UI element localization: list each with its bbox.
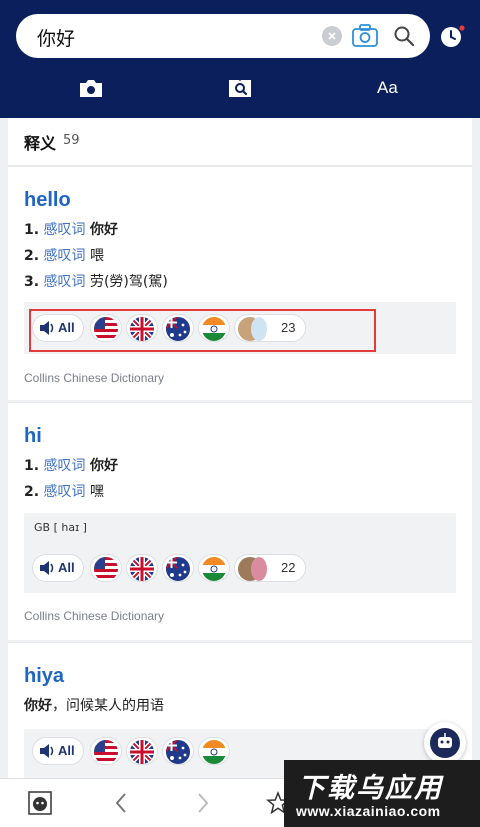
watermark-logo: 下载乌应用 www.xiazainiao.com [284,760,480,827]
play-all-button[interactable]: All [32,737,84,765]
dictionary-source[interactable]: Collins Chinese Dictionary [24,371,164,385]
chevron-left-icon [115,793,126,813]
clear-search-button[interactable] [322,26,342,46]
search-box[interactable]: 你好 [16,14,430,58]
au-flag-icon [166,740,190,764]
highlight-box [29,309,376,352]
in-pronunciation-button[interactable] [198,554,230,582]
history-button[interactable] [440,24,465,48]
definition-count: 59 [63,133,80,148]
sense-item: 2. 感叹词 嘿 [24,484,104,500]
entry-card-hello: hello 1. 感叹词 你好 2. 感叹词 喂 3. 感叹词 劳(勞)驾(駕)… [8,166,472,400]
uk-flag-icon [130,557,154,581]
tab-book-search[interactable] [227,76,253,102]
assistant-button[interactable] [424,722,466,764]
search-button[interactable] [392,24,416,48]
section-title: 释义 [24,134,57,153]
camera-search-button[interactable] [351,23,379,49]
camera-icon [80,80,102,97]
watermark-url: www.xiazainiao.com [296,803,441,819]
in-flag-icon [202,740,226,764]
uk-pronunciation-button[interactable] [126,554,158,582]
headword[interactable]: hi [24,425,42,448]
us-pronunciation-button[interactable] [90,737,122,765]
search-icon [394,26,415,47]
pronunciation-panel: GB [ haɪ ] All 22 [24,513,456,593]
robot-icon [430,728,460,758]
clock-icon [441,25,465,47]
top-header: 你好 Aa [0,0,480,118]
definition-text: 你好，问候某人的用语 [24,698,164,714]
speaker-icon [40,744,54,758]
book-search-icon [229,80,251,97]
headword[interactable]: hiya [24,665,64,688]
watermark-title: 下载乌应用 [298,773,443,804]
entry-card-hi: hi 1. 感叹词 你好 2. 感叹词 嘿 GB [ haɪ ] All 22 … [8,402,472,640]
us-flag-icon [94,557,118,581]
phonetic-transcription: GB [ haɪ ] [34,521,87,534]
in-flag-icon [202,557,226,581]
in-pronunciation-button[interactable] [198,737,230,765]
au-pronunciation-button[interactable] [162,737,194,765]
search-input[interactable]: 你好 [37,24,75,51]
sense-item: 3. 感叹词 劳(勞)驾(駕) [24,274,168,290]
au-pronunciation-button[interactable] [162,554,194,582]
play-all-button[interactable]: All [32,554,84,582]
dictionary-source[interactable]: Collins Chinese Dictionary [24,609,164,623]
tab-text[interactable]: Aa [377,78,398,104]
mascot-button[interactable] [28,791,52,815]
definitions-summary: 释义 59 [8,118,472,166]
us-flag-icon [94,740,118,764]
speaker-icon [40,561,54,575]
user-avatar-icon [251,557,267,581]
sense-item: 2. 感叹词 喂 [24,248,104,264]
sense-item: 1. 感叹词 你好 [24,458,118,474]
close-icon [328,32,336,40]
back-button[interactable] [110,791,134,815]
forward-button[interactable] [190,791,214,815]
headword[interactable]: hello [24,189,71,212]
entry-card-hiya: hiya 你好，问候某人的用语 All [8,642,472,779]
chevron-right-icon [198,793,209,813]
mascot-icon [28,791,52,815]
au-flag-icon [166,557,190,581]
more-pronunciations-button[interactable]: 22 [234,554,306,582]
tab-camera[interactable] [78,76,104,102]
us-pronunciation-button[interactable] [90,554,122,582]
camera-icon [352,24,378,47]
sense-item: 1. 感叹词 你好 [24,222,118,238]
uk-flag-icon [130,740,154,764]
uk-pronunciation-button[interactable] [126,737,158,765]
